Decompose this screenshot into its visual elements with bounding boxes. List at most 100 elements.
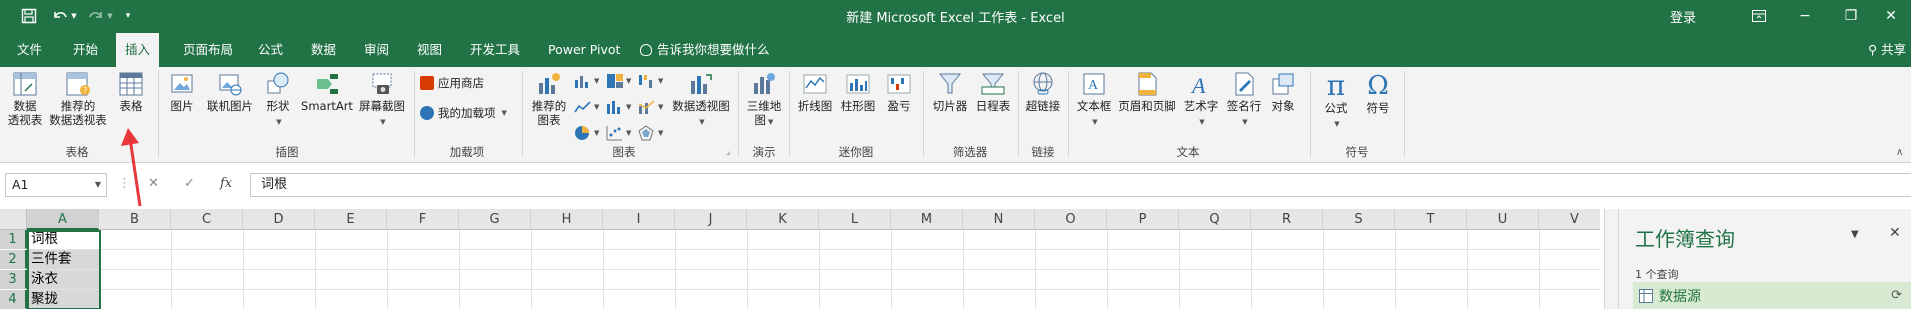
share-button[interactable]: ⚲ 共享 [1868, 33, 1906, 67]
tab-file[interactable]: 文件 [14, 33, 45, 67]
tab-power-pivot[interactable]: Power Pivot [545, 33, 623, 67]
column-header-o[interactable]: O [1035, 209, 1107, 230]
row-header-3[interactable]: 3 [0, 270, 27, 289]
drag-handle-icon[interactable]: ⋮ [118, 176, 131, 191]
column-header-v[interactable]: V [1539, 209, 1600, 230]
smartart-button[interactable]: SmartArt [299, 71, 355, 113]
tab-view[interactable]: 视图 [414, 33, 445, 67]
winloss-sparkline-button[interactable]: 盈亏 [882, 71, 916, 113]
formula-input[interactable]: 词根 [250, 173, 1911, 197]
ribbon-display-icon[interactable] [1736, 3, 1782, 29]
close-button[interactable]: ✕ [1868, 3, 1911, 29]
chevron-down-icon[interactable]: ▼ [1851, 229, 1859, 240]
header-footer-button[interactable]: 页眉和页脚 [1116, 71, 1178, 113]
slicer-button[interactable]: 切片器 [929, 71, 971, 113]
recommended-pivot-button[interactable]: ? 推荐的 数据透视表 [48, 71, 108, 127]
name-box[interactable]: A1 ▼ [5, 173, 107, 197]
row-header-4[interactable]: 4 [0, 290, 27, 309]
chevron-down-icon: ▼ [594, 77, 600, 85]
shapes-button[interactable]: 形状 ▼ [260, 71, 296, 129]
refresh-icon[interactable]: ⟳ [1891, 288, 1902, 303]
radar-chart-menu[interactable]: ▼ [638, 125, 663, 141]
column-header-b[interactable]: B [99, 209, 171, 230]
column-header-i[interactable]: I [603, 209, 675, 230]
pane-splitter[interactable] [1604, 209, 1618, 309]
column-header-g[interactable]: G [459, 209, 531, 230]
wordart-button[interactable]: A 艺术字 ▼ [1180, 71, 1222, 129]
store-button[interactable]: 应用商店 [420, 75, 484, 91]
table-icon [1639, 288, 1653, 303]
tab-data[interactable]: 数据 [308, 33, 339, 67]
worksheet-grid[interactable]: ABCDEFGHIJKLMNOPQRSTUV 1234 词根 三件套 泳衣 聚拢 [0, 209, 1600, 309]
cancel-entry-icon[interactable]: ✕ [148, 176, 159, 191]
cell-a2[interactable]: 三件套 [28, 250, 100, 269]
column-header-a[interactable]: A [27, 209, 99, 230]
column-header-m[interactable]: M [891, 209, 963, 230]
column-header-q[interactable]: Q [1179, 209, 1251, 230]
pie-chart-menu[interactable]: ▼ [574, 125, 599, 141]
chevron-down-icon[interactable]: ▼ [95, 174, 101, 196]
cell-a1[interactable]: 词根 [28, 230, 100, 249]
minimize-button[interactable]: − [1782, 3, 1828, 29]
3d-map-button[interactable]: 三维地 图 ▼ [744, 71, 784, 129]
symbol-button[interactable]: Ω 符号 [1358, 71, 1398, 115]
column-header-s[interactable]: S [1323, 209, 1395, 230]
close-icon[interactable]: ✕ [1889, 225, 1901, 241]
recommended-charts-button[interactable]: 推荐的 图表 [528, 71, 570, 127]
column-header-d[interactable]: D [243, 209, 315, 230]
insert-function-icon[interactable]: fx [220, 176, 232, 191]
screenshot-button[interactable]: 屏幕截图 ▼ [356, 71, 408, 129]
row-header-2[interactable]: 2 [0, 250, 27, 269]
object-button[interactable]: 对象 [1266, 71, 1300, 113]
column-header-c[interactable]: C [171, 209, 243, 230]
scatter-chart-menu[interactable]: ▼ [606, 125, 631, 141]
combo-chart-menu[interactable]: ▼ [638, 99, 663, 115]
pivot-chart-button[interactable]: 数据透视图 ▼ [670, 71, 732, 129]
svg-text:?: ? [83, 86, 87, 95]
column-chart-menu[interactable]: ▼ [574, 73, 599, 89]
tab-developer[interactable]: 开发工具 [467, 33, 523, 67]
signature-line-button[interactable]: 签名行 ▼ [1224, 71, 1264, 129]
online-pictures-button[interactable]: 联机图片 [204, 71, 256, 113]
line-sparkline-button[interactable]: 折线图 [795, 71, 835, 113]
tab-formulas[interactable]: 公式 [255, 33, 286, 67]
timeline-button[interactable]: 日程表 [973, 71, 1013, 113]
cell-a3[interactable]: 泳衣 [28, 270, 100, 289]
line-chart-menu[interactable]: ▼ [574, 99, 599, 115]
confirm-entry-icon[interactable]: ✓ [184, 176, 195, 191]
column-header-l[interactable]: L [819, 209, 891, 230]
column-header-k[interactable]: K [747, 209, 819, 230]
table-button[interactable]: 表格 [113, 71, 149, 113]
hyperlink-button[interactable]: 超链接 [1023, 71, 1063, 113]
row-header-1[interactable]: 1 [0, 230, 27, 249]
column-header-t[interactable]: T [1395, 209, 1467, 230]
pivot-table-button[interactable]: 数据 透视表 [5, 71, 45, 127]
column-header-n[interactable]: N [963, 209, 1035, 230]
my-addins-button[interactable]: 我的加载项 ▼ [420, 105, 507, 121]
column-sparkline-button[interactable]: 柱形图 [838, 71, 878, 113]
waterfall-chart-menu[interactable]: ▼ [638, 73, 663, 89]
query-item[interactable]: 数据源 ⟳ [1633, 282, 1911, 309]
tab-page-layout[interactable]: 页面布局 [180, 33, 236, 67]
pictures-button[interactable]: 图片 [165, 71, 199, 113]
textbox-button[interactable]: A 文本框 ▼ [1074, 71, 1114, 129]
tab-review[interactable]: 审阅 [361, 33, 392, 67]
select-all-corner[interactable] [0, 209, 27, 230]
tell-me-search[interactable]: 告诉我你想要做什么 [640, 33, 770, 67]
column-header-j[interactable]: J [675, 209, 747, 230]
column-header-u[interactable]: U [1467, 209, 1539, 230]
tab-insert[interactable]: 插入 [116, 33, 160, 67]
column-header-f[interactable]: F [387, 209, 459, 230]
tab-home[interactable]: 开始 [70, 33, 101, 67]
dialog-launcher-icon[interactable]: ⌟ [726, 147, 730, 157]
column-header-e[interactable]: E [315, 209, 387, 230]
cell-a4[interactable]: 聚拢 [28, 290, 100, 309]
column-header-p[interactable]: P [1107, 209, 1179, 230]
equation-button[interactable]: π 公式 ▼ [1316, 71, 1356, 131]
hierarchy-chart-menu[interactable]: ▼ [606, 73, 631, 89]
statistic-chart-menu[interactable]: ▼ [606, 99, 631, 115]
column-header-r[interactable]: R [1251, 209, 1323, 230]
collapse-ribbon-icon[interactable]: ∧ [1896, 147, 1903, 158]
column-header-h[interactable]: H [531, 209, 603, 230]
login-link[interactable]: 登录 [1670, 7, 1696, 26]
